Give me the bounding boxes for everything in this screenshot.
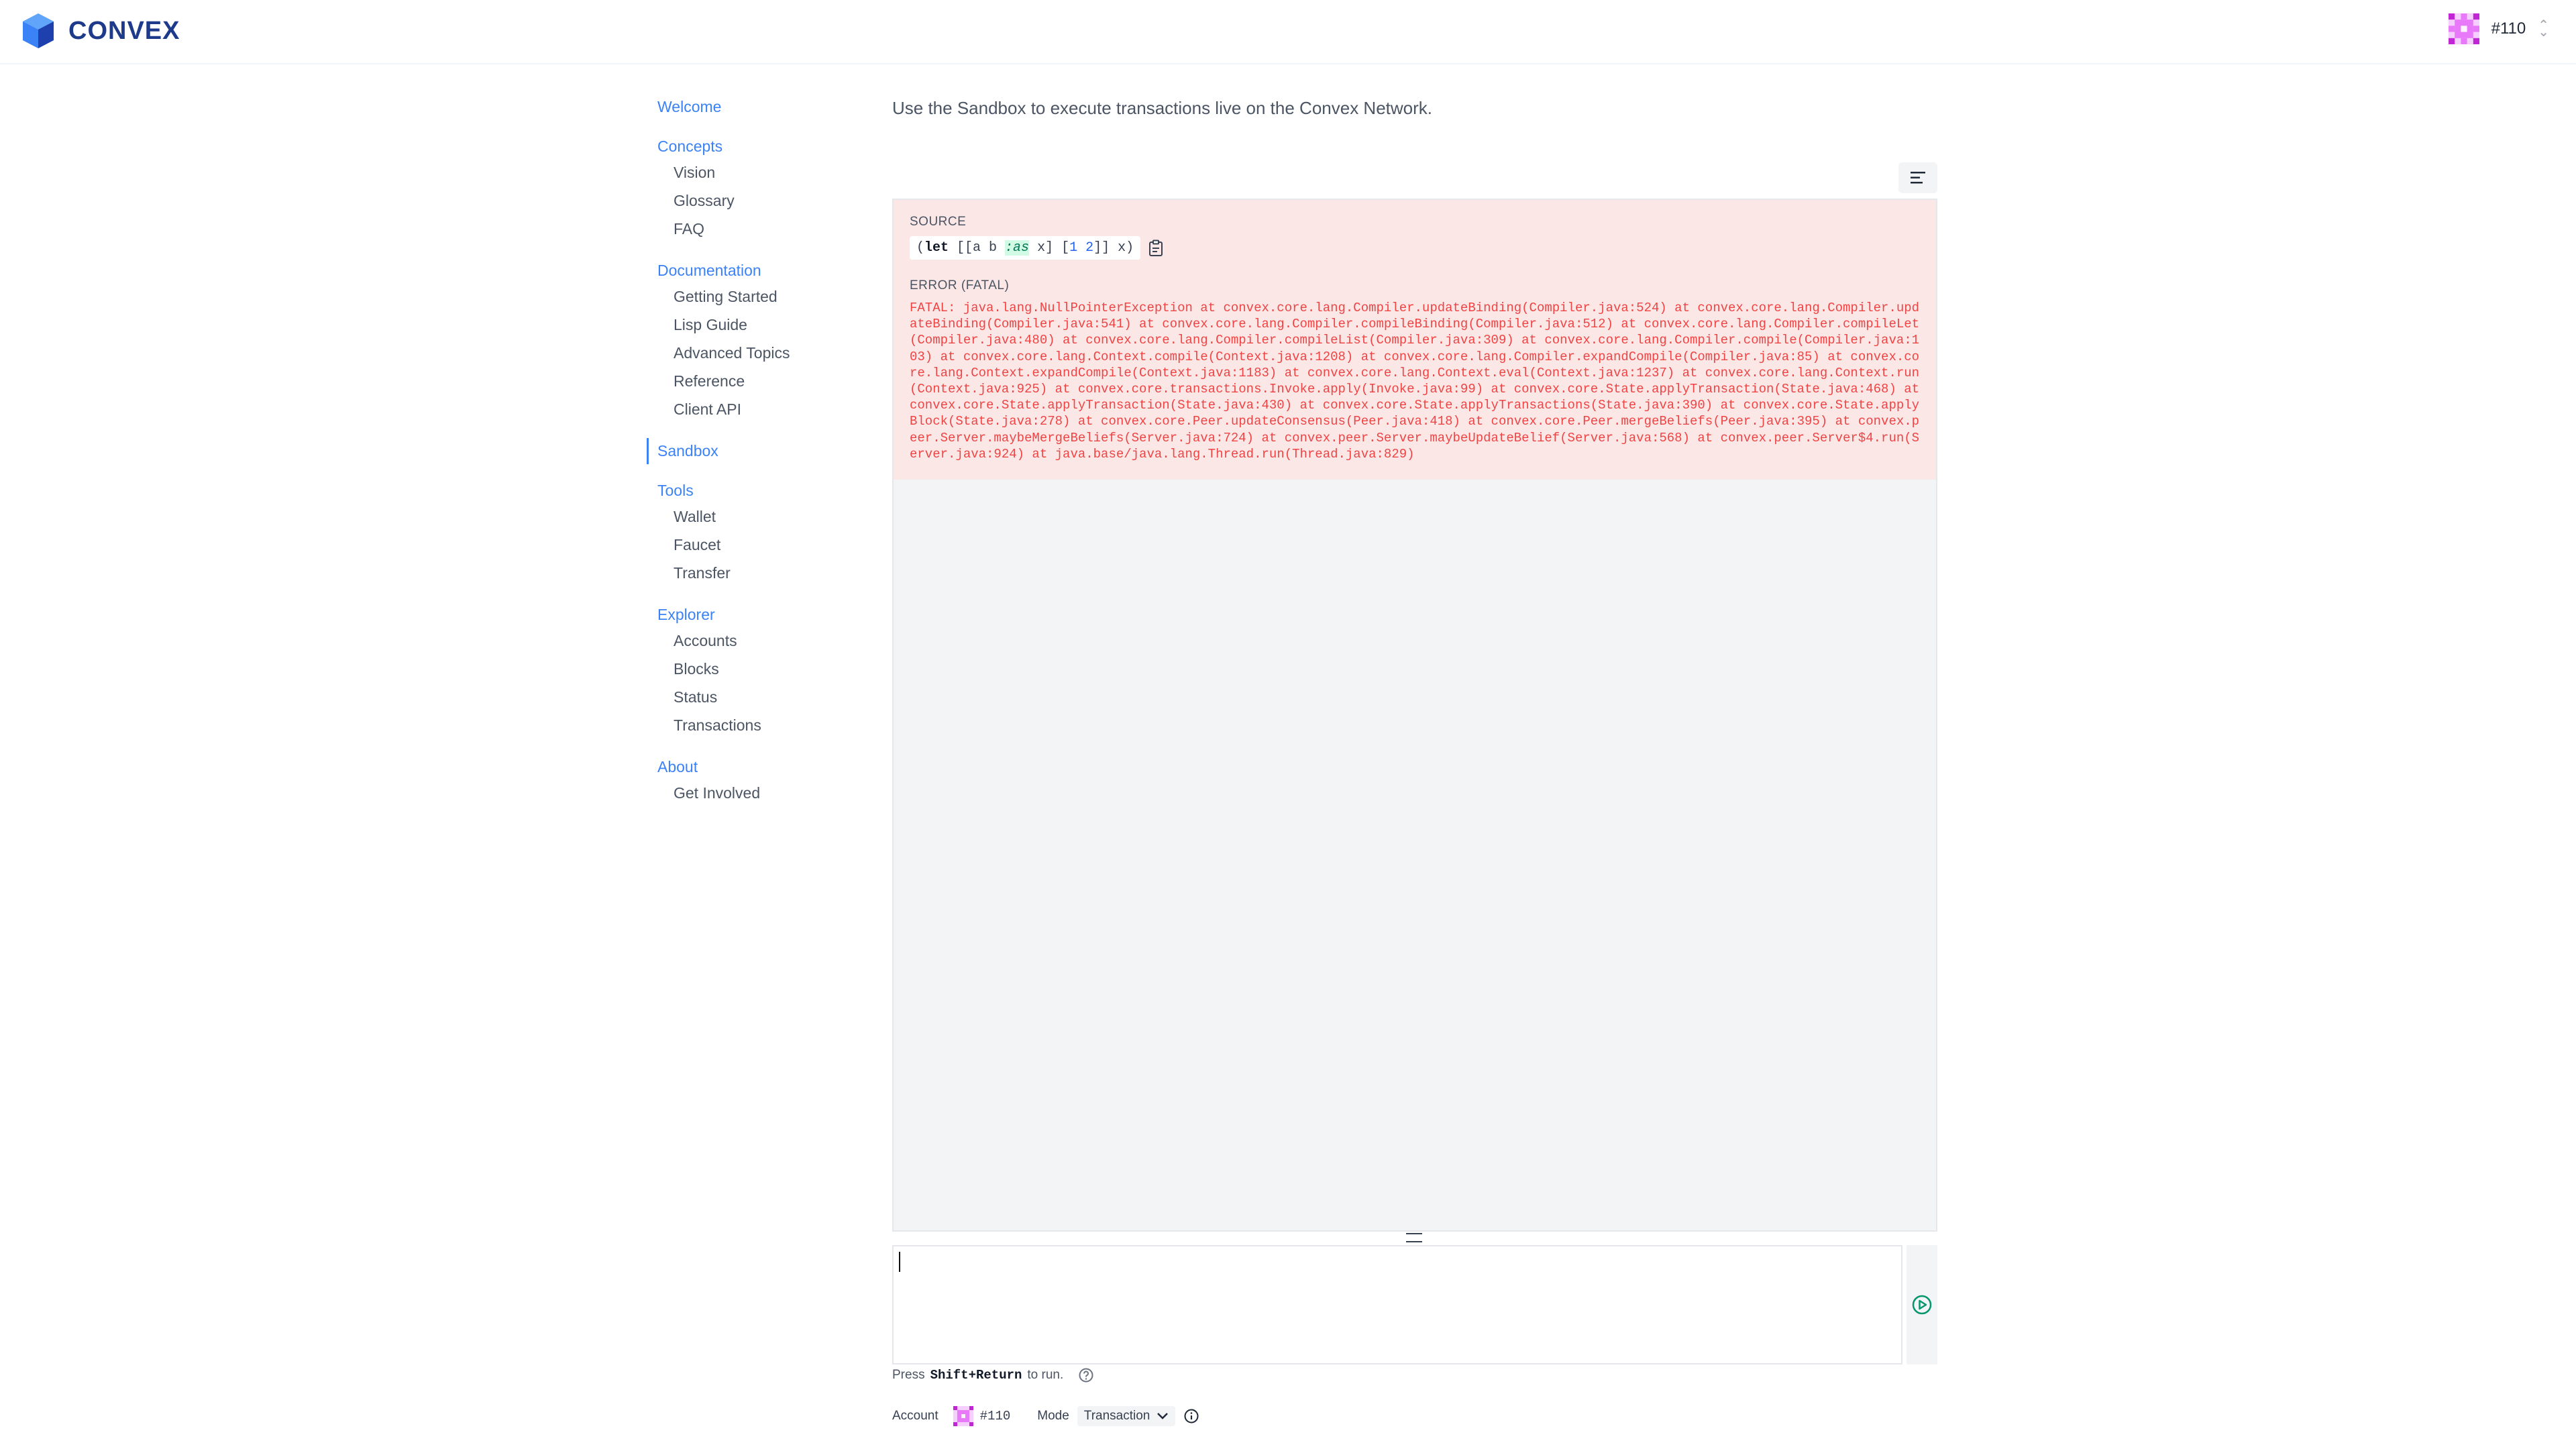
account-number: #110: [2491, 19, 2526, 38]
sidebar-item-explorer[interactable]: Explorer: [647, 602, 848, 628]
run-hint: Press Shift+Return to run.: [892, 1367, 1094, 1383]
resize-handle[interactable]: [1406, 1233, 1422, 1242]
code-input[interactable]: [892, 1245, 1902, 1364]
sidebar-item-accounts[interactable]: Accounts: [647, 628, 848, 656]
mode-select[interactable]: Transaction: [1077, 1406, 1176, 1426]
sidebar-item-sandbox[interactable]: Sandbox: [647, 438, 848, 464]
sidebar-item-reference[interactable]: Reference: [647, 368, 848, 396]
sidebar-item-client-api[interactable]: Client API: [647, 396, 848, 425]
error-entry: SOURCE (let [[a b :as x] [1 2]] x) ERROR…: [894, 200, 1936, 480]
source-label: SOURCE: [910, 215, 967, 229]
error-label: ERROR (FATAL): [910, 278, 1010, 292]
sidebar-item-getting-started[interactable]: Getting Started: [647, 284, 848, 312]
run-button[interactable]: [1907, 1245, 1937, 1364]
toggle-view-button[interactable]: [1898, 162, 1937, 193]
info-icon[interactable]: [1183, 1408, 1199, 1424]
sidebar-item-advanced-topics[interactable]: Advanced Topics: [647, 340, 848, 368]
account-identicon-small-icon: [953, 1406, 973, 1426]
shortcut-key: Shift+Return: [930, 1368, 1022, 1383]
sidebar-item-get-involved[interactable]: Get Involved: [647, 780, 848, 808]
sidebar-item-about[interactable]: About: [647, 754, 848, 780]
nav-group-tools: Tools Wallet Faucet Transfer: [647, 478, 848, 588]
sidebar-item-concepts[interactable]: Concepts: [647, 133, 848, 160]
account-label: Account: [892, 1409, 938, 1423]
sidebar-item-welcome[interactable]: Welcome: [647, 94, 848, 120]
error-message: FATAL: java.lang.NullPointerException at…: [910, 301, 1927, 462]
sidebar-item-faq[interactable]: FAQ: [647, 216, 848, 244]
chevron-up-down-icon: ⌃ ⌄: [2538, 18, 2549, 40]
nav-group-about: About Get Involved: [647, 754, 848, 808]
account-selector[interactable]: #110 ⌃ ⌄: [2448, 13, 2549, 44]
nav-group-explorer: Explorer Accounts Blocks Status Transactions: [647, 602, 848, 741]
account-value: #110: [979, 1409, 1011, 1424]
sidebar-item-transfer[interactable]: Transfer: [647, 560, 848, 588]
logo-text: CONVEX: [68, 16, 180, 45]
clipboard-icon[interactable]: [1148, 239, 1163, 257]
logo[interactable]: CONVEX: [21, 12, 180, 50]
sidebar-item-documentation[interactable]: Documentation: [647, 258, 848, 284]
sidebar-item-glossary[interactable]: Glossary: [647, 188, 848, 216]
mode-value: Transaction: [1083, 1409, 1150, 1423]
footer-controls: Account #110 Mode Transaction: [892, 1406, 1199, 1426]
top-header: CONVEX #110 ⌃ ⌄: [0, 0, 2576, 64]
text-caret: [899, 1252, 900, 1272]
sidebar-item-blocks[interactable]: Blocks: [647, 656, 848, 684]
intro-text: Use the Sandbox to execute transactions …: [892, 98, 1432, 118]
source-code: (let [[a b :as x] [1 2]] x): [910, 236, 1141, 260]
mode-label: Mode: [1037, 1409, 1069, 1423]
sidebar-item-faucet[interactable]: Faucet: [647, 532, 848, 560]
nav-group-documentation: Documentation Getting Started Lisp Guide Ad…: [647, 258, 848, 425]
play-circle-icon: [1912, 1295, 1932, 1315]
sidebar-item-wallet[interactable]: Wallet: [647, 504, 848, 532]
convex-logo-icon: [23, 13, 54, 48]
chevron-down-icon: [1157, 1413, 1169, 1419]
help-icon[interactable]: [1078, 1367, 1094, 1383]
output-panel[interactable]: SOURCE (let [[a b :as x] [1 2]] x) ERROR…: [892, 199, 1937, 1232]
nav-group-concepts: Concepts Vision Glossary FAQ: [647, 133, 848, 244]
nav-group-welcome: Welcome: [647, 94, 848, 120]
align-left-icon: [1911, 172, 1925, 184]
sidebar-item-tools[interactable]: Tools: [647, 478, 848, 504]
sidebar-item-vision[interactable]: Vision: [647, 160, 848, 188]
nav-group-sandbox: Sandbox: [647, 438, 848, 464]
sidebar-item-lisp-guide[interactable]: Lisp Guide: [647, 312, 848, 340]
sidebar-item-transactions[interactable]: Transactions: [647, 712, 848, 741]
sidebar-nav: Welcome Concepts Vision Glossary FAQ Document…: [647, 94, 848, 822]
sidebar-item-status[interactable]: Status: [647, 684, 848, 712]
account-identicon-icon: [2448, 13, 2479, 44]
